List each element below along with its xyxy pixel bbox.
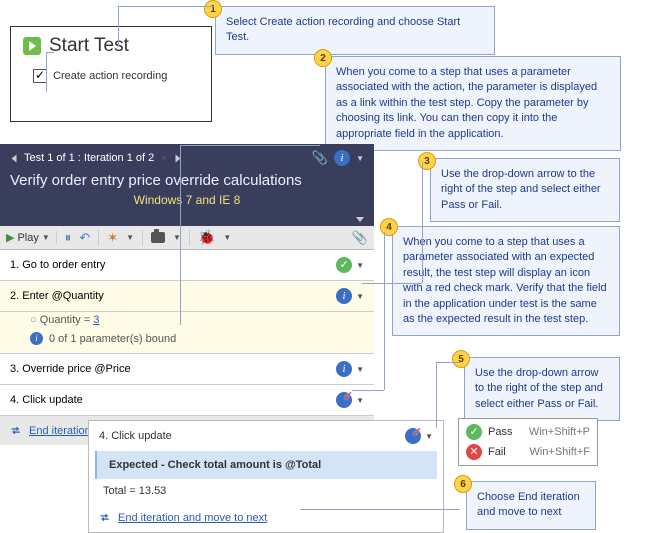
play-small-icon: ▶ (6, 231, 14, 244)
callout-badge-6: 6 (454, 475, 472, 493)
iteration-dropdown[interactable]: ▼ (160, 154, 168, 163)
pass-menu-item[interactable]: ✓ Pass Win+Shift+P (462, 422, 594, 442)
step-row-2[interactable]: 2. Enter @Quantity i ▼ (0, 281, 374, 312)
step-row-4[interactable]: 4. Click update ▼ (0, 385, 374, 416)
end-iteration-icon (10, 424, 23, 437)
callout-4-text: When you come to a step that uses a para… (403, 236, 607, 325)
callout-4: When you come to a step that uses a para… (392, 226, 620, 336)
detail-total: Total = 13.53 (89, 479, 443, 503)
callout-badge-5: 5 (452, 350, 470, 368)
info-dropdown[interactable]: ▼ (356, 154, 364, 163)
detail-step-label: 4. Click update (99, 430, 172, 442)
callout-1-text: Select Create action recording and choos… (226, 16, 460, 43)
iteration-label: Test 1 of 1 : Iteration 1 of 2 (24, 152, 154, 164)
detail-end-link[interactable]: End iteration and move to next (89, 503, 443, 532)
bug-icon[interactable]: 🐞 (198, 229, 215, 246)
play-label: Play (17, 232, 38, 244)
callout-2-text: When you come to a step that uses a para… (336, 66, 597, 140)
runner-header: Test 1 of 1 : Iteration 1 of 2 ▼ 📎 i ▼ V… (0, 144, 374, 217)
callout-badge-3: 3 (418, 152, 436, 170)
pass-label: Pass (488, 426, 512, 438)
test-title: Verify order entry price override calcul… (10, 172, 364, 189)
fail-menu-item[interactable]: ✕ Fail Win+Shift+F (462, 442, 594, 462)
collapse-icon[interactable] (356, 217, 364, 222)
pass-fail-menu: ✓ Pass Win+Shift+P ✕ Fail Win+Shift+F (458, 418, 598, 466)
pass-icon: ✓ (466, 424, 482, 440)
step-1-label: 1. Go to order entry (10, 259, 105, 271)
callout-2: When you come to a step that uses a para… (325, 56, 621, 151)
step-2-quantity: ○ Quantity = 3 (0, 312, 374, 330)
active-status-icon: i (336, 288, 352, 304)
step-2-bound: i 0 of 1 parameter(s) bound (0, 330, 374, 354)
step-row-1[interactable]: 1. Go to order entry ✓ ▼ (0, 250, 374, 281)
detail-expected-icon (405, 428, 421, 444)
quantity-link[interactable]: 3 (93, 314, 99, 326)
capture-icon[interactable]: ✶ (107, 230, 118, 246)
detail-status-dropdown[interactable]: ▼ (425, 432, 433, 441)
callout-5-text: Use the drop-down arrow to the right of … (475, 367, 603, 410)
bound-label: 0 of 1 parameter(s) bound (49, 333, 176, 345)
callout-6: Choose End iteration and move to next (466, 481, 596, 530)
info-icon[interactable]: i (334, 150, 350, 166)
detail-end-label: End iteration and move to next (118, 512, 267, 524)
play-dropdown[interactable]: ▼ (42, 233, 50, 242)
toolbar-attachment-icon[interactable]: 📎 (352, 230, 368, 246)
bound-info-icon: i (30, 332, 43, 345)
step-2-label: 2. Enter @Quantity (10, 290, 104, 302)
step-3-status-icon: i (336, 361, 352, 377)
bug-dropdown[interactable]: ▼ (223, 233, 231, 242)
test-runner-panel: Test 1 of 1 : Iteration 1 of 2 ▼ 📎 i ▼ V… (0, 144, 374, 438)
start-test-button[interactable]: Start Test (23, 35, 211, 57)
runner-toolbar: ▶ Play ▼ ⏸ ↶ ✶ ▼ ▼ 🐞 ▼ 📎 (0, 226, 374, 250)
step-4-status-dropdown[interactable]: ▼ (356, 396, 364, 405)
prev-icon[interactable] (12, 154, 17, 162)
step-4-label: 4. Click update (10, 394, 83, 406)
callout-3: Use the drop-down arrow to the right of … (430, 158, 620, 222)
quantity-label: Quantity = (40, 314, 94, 326)
detail-expected-text: Expected - Check total amount is @Total (109, 459, 321, 471)
pass-shortcut: Win+Shift+P (529, 426, 590, 438)
end-iteration-icon (99, 511, 112, 524)
fail-label: Fail (488, 446, 506, 458)
callout-badge-4: 4 (380, 218, 398, 236)
start-test-panel: Start Test Create action recording (10, 26, 212, 122)
play-icon (23, 37, 41, 55)
attachment-icon[interactable]: 📎 (312, 150, 328, 166)
expected-result-icon (336, 392, 352, 408)
test-environment: Windows 7 and IE 8 (10, 193, 364, 207)
detail-expected-block: Expected - Check total amount is @Total (95, 451, 437, 479)
step-3-status-dropdown[interactable]: ▼ (356, 365, 364, 374)
callout-3-text: Use the drop-down arrow to the right of … (441, 168, 601, 211)
step-3-label: 3. Override price @Price (10, 363, 131, 375)
callout-badge-2: 2 (314, 49, 332, 67)
fail-shortcut: Win+Shift+F (529, 446, 590, 458)
camera-icon[interactable] (151, 232, 165, 243)
undo-icon[interactable]: ↶ (79, 230, 90, 246)
play-button[interactable]: ▶ Play ▼ (6, 231, 57, 244)
fail-icon: ✕ (466, 444, 482, 460)
pass-status-icon: ✓ (336, 257, 352, 273)
callout-1: Select Create action recording and choos… (215, 6, 495, 55)
step-detail-panel: 4. Click update ▼ Expected - Check total… (88, 420, 444, 533)
step-row-3[interactable]: 3. Override price @Price i ▼ (0, 354, 374, 385)
callout-5: Use the drop-down arrow to the right of … (464, 357, 620, 421)
steps-list: 1. Go to order entry ✓ ▼ 2. Enter @Quant… (0, 250, 374, 445)
pause-icon[interactable]: ⏸ (65, 230, 72, 246)
start-test-label: Start Test (49, 35, 129, 57)
step-1-status-dropdown[interactable]: ▼ (356, 261, 364, 270)
capture-dropdown[interactable]: ▼ (126, 233, 134, 242)
create-action-recording-checkbox[interactable]: Create action recording (33, 69, 211, 83)
callout-badge-1: 1 (204, 0, 222, 18)
step-2-status-dropdown[interactable]: ▼ (356, 292, 364, 301)
detail-step-row[interactable]: 4. Click update ▼ (89, 421, 443, 451)
checkbox-checked-icon (33, 69, 47, 83)
callout-6-text: Choose End iteration and move to next (477, 491, 580, 518)
create-action-recording-label: Create action recording (53, 70, 167, 82)
